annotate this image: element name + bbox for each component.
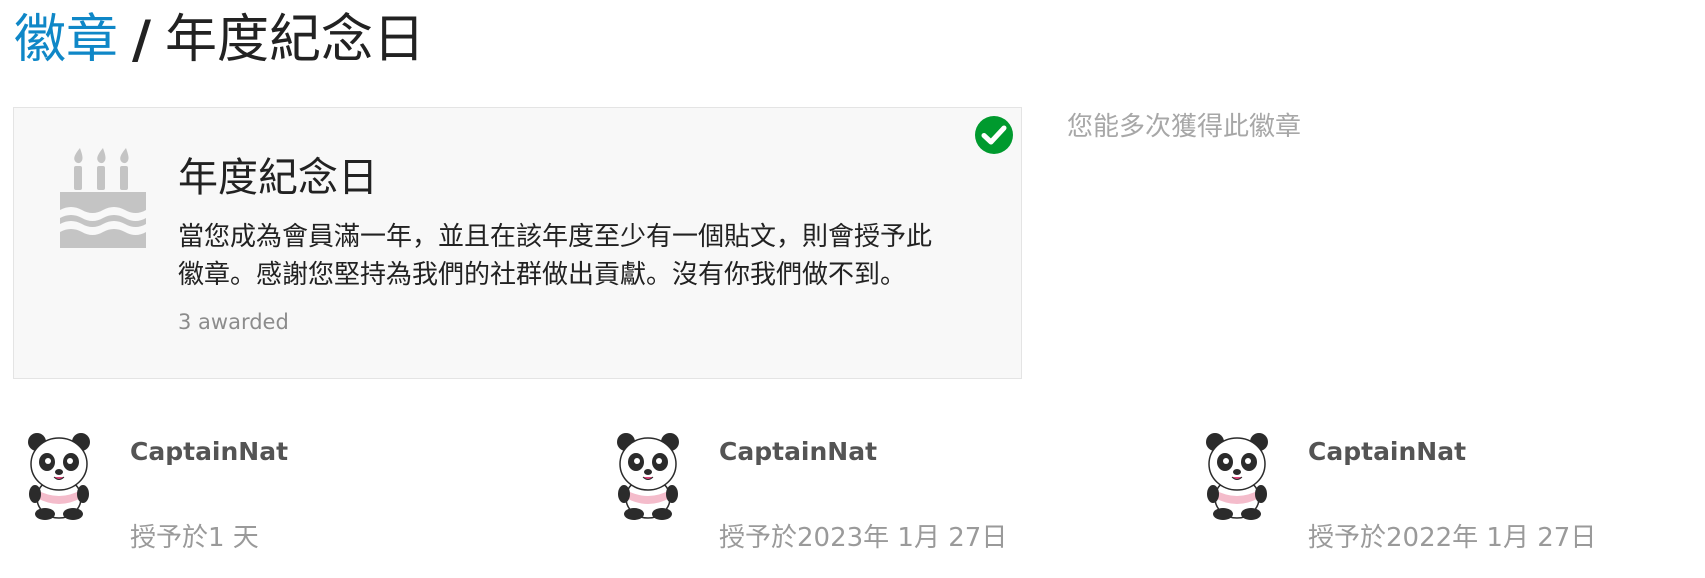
award-username-link[interactable]: CaptainNat <box>130 434 288 470</box>
badge-description-line-1: 當您成為會員滿一年，並且在該年度至少有一個貼文，則會授予此 <box>178 222 933 252</box>
breadcrumb-badges-link[interactable]: 徽章 <box>14 10 118 70</box>
panda-avatar-icon[interactable] <box>612 432 684 520</box>
breadcrumb-current: 年度紀念日 <box>165 10 426 70</box>
check-circle-icon <box>975 116 1013 154</box>
award-username-link[interactable]: CaptainNat <box>1308 434 1466 470</box>
page-title: 徽章 / 年度紀念日 <box>14 4 425 76</box>
badge-card: 年度紀念日 當您成為會員滿一年，並且在該年度至少有一個貼文，則會授予此 徽章。感謝… <box>13 107 1022 379</box>
multiple-grant-note: 您能多次獲得此徽章 <box>1067 112 1302 142</box>
badge-title: 年度紀念日 <box>178 155 378 201</box>
breadcrumb-separator: / <box>132 10 152 70</box>
award-username-link[interactable]: CaptainNat <box>719 434 877 470</box>
award-list-item: CaptainNat 授予於2022年 1月 27日 <box>1191 430 1701 570</box>
badge-description-line-2: 徽章。感謝您堅持為我們的社群做出貢獻。沒有你我們做不到。 <box>178 260 907 290</box>
award-granted-date: 授予於2022年 1月 27日 <box>1308 523 1597 553</box>
panda-avatar-icon[interactable] <box>1201 432 1273 520</box>
badge-description: 當您成為會員滿一年，並且在該年度至少有一個貼文，則會授予此 徽章。感謝您堅持為我們… <box>178 218 978 294</box>
award-granted-date: 授予於1 天 <box>130 523 259 553</box>
award-list-item: CaptainNat 授予於1 天 <box>13 430 573 570</box>
award-granted-date: 授予於2023年 1月 27日 <box>719 523 1008 553</box>
birthday-cake-icon <box>60 148 146 248</box>
award-list-item: CaptainNat 授予於2023年 1月 27日 <box>602 430 1162 570</box>
awarded-count-link[interactable]: 3 awarded <box>178 307 289 337</box>
panda-avatar-icon[interactable] <box>23 432 95 520</box>
